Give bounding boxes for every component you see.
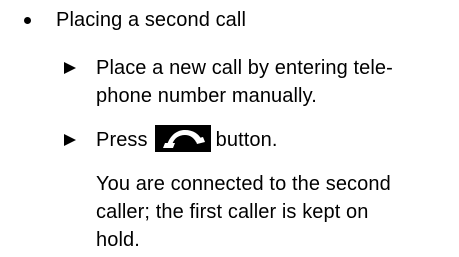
result-line-1: You are connected to the second: [96, 173, 391, 195]
phone-handset-icon: [154, 125, 211, 153]
step-arrow-1: [64, 62, 76, 74]
step-arrow-2: [64, 134, 76, 146]
section-heading: Placing a second call: [56, 9, 246, 31]
step-2-text-before: Press: [96, 129, 148, 151]
step-1-line-1: Place a new call by entering tele-: [96, 57, 393, 79]
step-2-line: Press button.: [96, 125, 278, 154]
result-line-3: hold.: [96, 229, 140, 251]
bullet-point: [24, 17, 31, 24]
result-line-2: caller; the first caller is kept on: [96, 201, 369, 223]
step-1-line-2: phone number manually.: [96, 85, 317, 107]
step-2-text-after: button.: [215, 129, 278, 151]
